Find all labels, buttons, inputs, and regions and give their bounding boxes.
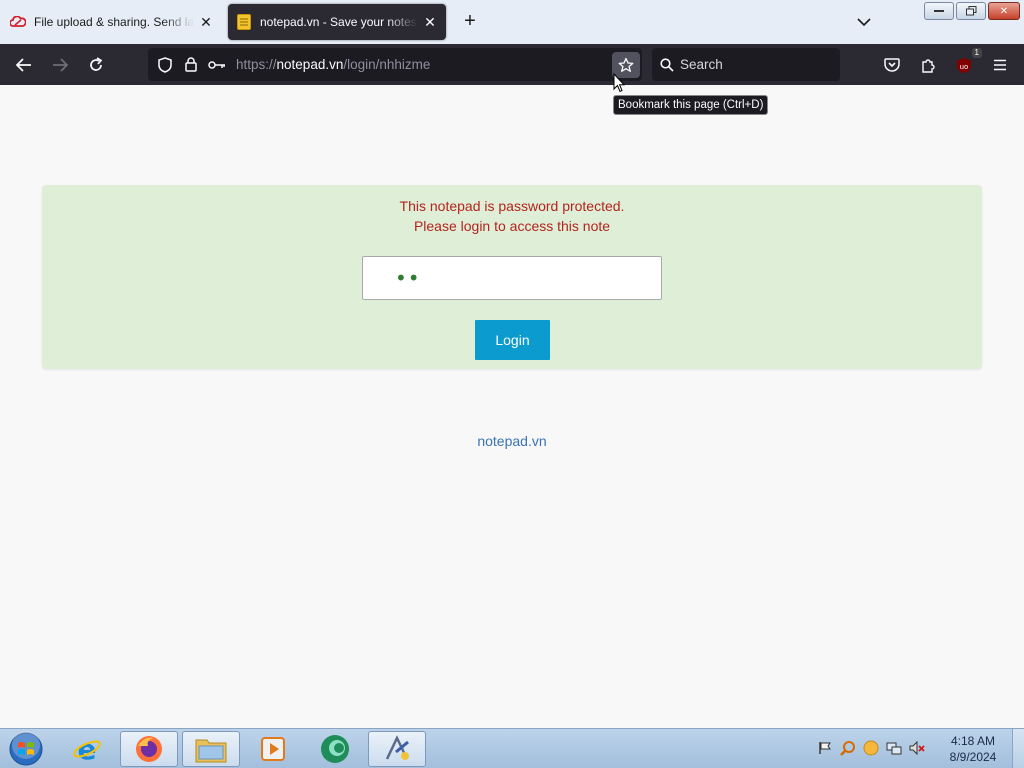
clock-time: 4:18 AM — [950, 734, 996, 748]
menu-hamburger-icon[interactable] — [985, 50, 1015, 80]
close-tab-icon[interactable]: ✕ — [422, 14, 438, 30]
taskbar-app-green[interactable] — [306, 731, 364, 767]
search-tray-icon[interactable] — [839, 739, 856, 756]
action-center-flag-icon[interactable] — [816, 739, 833, 756]
tab-file-upload[interactable]: File upload & sharing. Send large files … — [2, 4, 222, 40]
mouse-cursor-icon — [613, 73, 625, 93]
forward-icon[interactable] — [45, 50, 75, 80]
extension-badge: 1 — [971, 48, 982, 58]
windows-orb-icon — [9, 731, 43, 766]
search-placeholder: Search — [680, 57, 723, 72]
internet-explorer-icon: e — [73, 734, 101, 764]
taskbar-app-tool[interactable] — [368, 731, 426, 767]
svg-text:e: e — [78, 734, 97, 764]
tab-strip: File upload & sharing. Send large files … — [0, 0, 1024, 44]
volume-muted-icon[interactable] — [908, 739, 925, 756]
site-link-text[interactable]: notepad.vn — [477, 433, 546, 449]
ublock-extension-icon[interactable]: uo 1 — [949, 48, 982, 80]
search-icon — [660, 57, 674, 72]
login-panel: This notepad is password protected. Plea… — [42, 185, 982, 369]
green-circle-app-icon — [321, 735, 349, 763]
taskbar-internet-explorer[interactable]: e — [58, 731, 116, 767]
url-bar[interactable]: https://notepad.vn/login/nhhizme — [148, 48, 642, 81]
password-input[interactable]: •• — [362, 256, 662, 300]
firefox-icon — [136, 736, 162, 762]
clock[interactable]: 4:18 AM 8/9/2024 — [940, 733, 1006, 765]
status-tray-icon[interactable] — [862, 739, 879, 756]
restore-button[interactable] — [956, 2, 986, 20]
extensions-icon[interactable] — [913, 50, 943, 80]
media-player-icon — [261, 737, 285, 761]
system-tray — [816, 739, 925, 756]
back-icon[interactable] — [9, 50, 39, 80]
clock-date: 8/9/2024 — [949, 750, 997, 764]
minimize-button[interactable] — [924, 2, 954, 20]
search-bar[interactable]: Search — [652, 48, 840, 81]
url-text[interactable]: https://notepad.vn/login/nhhizme — [236, 57, 430, 72]
close-window-button[interactable]: ✕ — [988, 2, 1020, 20]
navigation-toolbar: https://notepad.vn/login/nhhizme Search … — [0, 44, 1024, 85]
list-all-tabs-chevron-icon[interactable] — [852, 10, 876, 34]
login-button[interactable]: Login — [475, 320, 550, 360]
taskbar-file-explorer[interactable] — [182, 731, 240, 767]
site-link[interactable]: notepad.vn — [0, 433, 1024, 449]
lock-icon[interactable] — [178, 52, 204, 78]
tab-title: notepad.vn - Save your notes, share your… — [260, 15, 418, 29]
close-tab-icon[interactable]: ✕ — [198, 14, 214, 30]
taskbar: e 4:18 AM 8/9/2024 — [0, 728, 1024, 768]
start-button[interactable] — [6, 731, 46, 767]
network-icon[interactable] — [885, 739, 902, 756]
login-instruction: Please login to access this note — [413, 218, 611, 234]
cloud-icon — [10, 14, 26, 30]
page-content: This notepad is password protected. Plea… — [0, 85, 1024, 728]
protected-message: This notepad is password protected. — [399, 198, 625, 214]
url-host: notepad.vn — [276, 57, 344, 72]
folder-icon — [195, 739, 227, 763]
reload-icon[interactable] — [81, 50, 111, 80]
url-scheme: https:// — [236, 57, 277, 72]
tab-notepad[interactable]: notepad.vn - Save your notes, share your… — [228, 4, 446, 40]
key-icon[interactable] — [204, 52, 230, 78]
url-path: /login/nhhizme — [343, 57, 431, 72]
notepad-icon — [236, 14, 252, 30]
shield-icon[interactable] — [152, 52, 178, 78]
pocket-icon[interactable] — [877, 50, 907, 80]
window-controls: ✕ — [924, 2, 1020, 20]
drawing-tool-icon — [385, 735, 409, 760]
taskbar-media-player[interactable] — [244, 731, 302, 767]
taskbar-firefox[interactable] — [120, 731, 178, 767]
show-desktop-button[interactable] — [1012, 729, 1024, 768]
tab-title: File upload & sharing. Send large files — [34, 15, 194, 29]
new-tab-button[interactable]: + — [458, 10, 482, 34]
bookmark-tooltip: Bookmark this page (Ctrl+D) — [613, 95, 769, 115]
svg-text:uo: uo — [960, 63, 969, 71]
